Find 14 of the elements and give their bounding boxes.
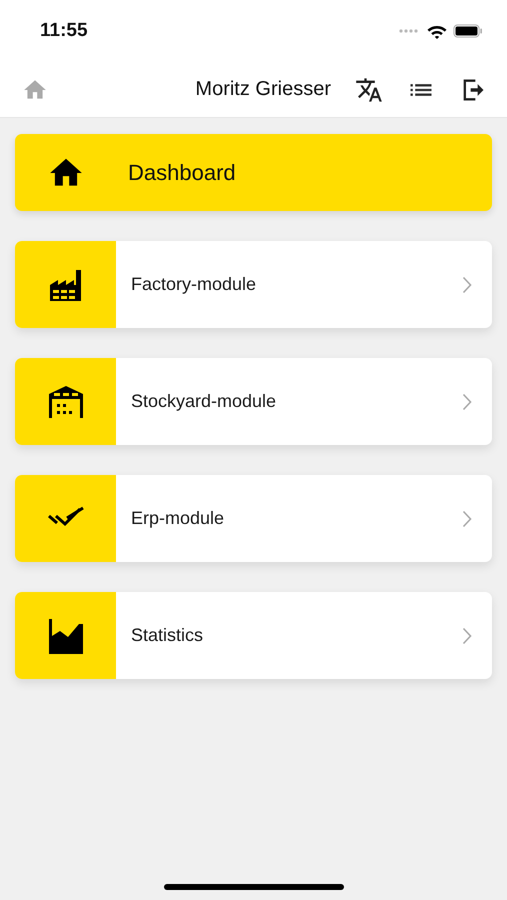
module-button[interactable]: Stockyard-module [15,358,492,445]
chevron-icon [462,510,472,528]
module-button[interactable]: Statistics [15,592,492,679]
module-button[interactable]: Erp-module [15,475,492,562]
module-button[interactable]: Factory-module [15,241,492,328]
chevron-icon [462,626,472,644]
clock-time: 11:55 [40,20,88,42]
chevron-icon [462,276,472,294]
dashboard-button[interactable]: Dashboard [15,134,492,211]
wifi-icon [427,24,447,38]
translate-icon[interactable] [355,76,383,104]
chevron-icon [462,392,472,410]
battery-icon [453,24,483,38]
user-name: Moritz Griesser [195,78,331,101]
